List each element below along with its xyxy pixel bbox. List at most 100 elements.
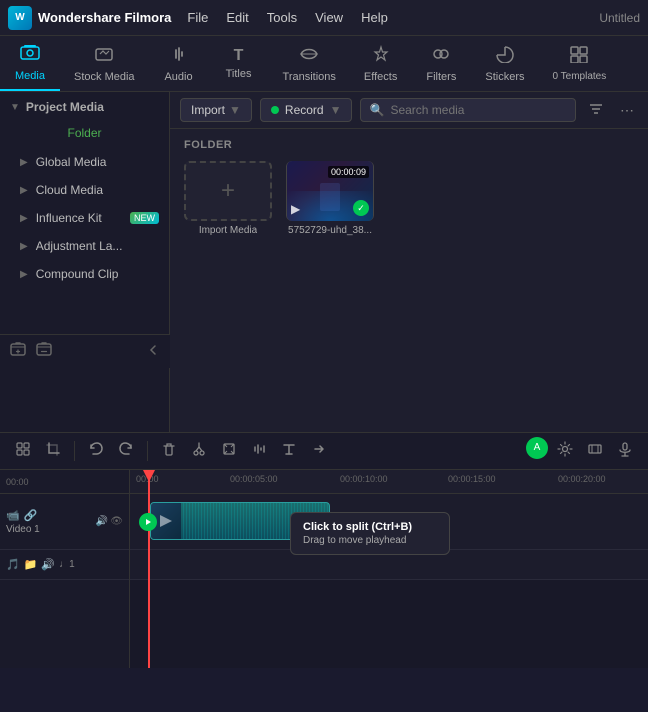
tab-stickers-label: Stickers xyxy=(485,71,524,83)
add-folder-button[interactable] xyxy=(10,341,26,362)
search-icon: 🔍 xyxy=(369,103,384,117)
sidebar-header-chevron: ▼ xyxy=(10,102,20,113)
menu-tools[interactable]: Tools xyxy=(267,10,297,25)
app-logo: W Wondershare Filmora xyxy=(8,6,171,30)
check-badge-icon: ✓ xyxy=(353,200,369,216)
sidebar-item-compound-clip[interactable]: ▶ Compound Clip xyxy=(0,260,169,288)
sidebar-item-influence-kit[interactable]: ▶ Influence Kit NEW xyxy=(0,204,169,232)
toolbar-divider-2 xyxy=(147,441,148,461)
cut-button[interactable] xyxy=(186,437,212,466)
time-mark-0: 00:00 xyxy=(136,474,159,484)
sidebar-item-adjustment[interactable]: ▶ Adjustment La... xyxy=(0,232,169,260)
record-button[interactable]: Record ▼ xyxy=(260,98,353,122)
menu-file[interactable]: File xyxy=(187,10,208,25)
timeline-right-icons: A xyxy=(526,437,638,466)
time-mark-2: 00:00:10:00 xyxy=(340,474,388,484)
redo-button[interactable] xyxy=(113,437,139,466)
video-clip[interactable] xyxy=(150,502,330,540)
add-media-icon: + xyxy=(221,177,235,205)
tab-stock-label: Stock Media xyxy=(74,71,135,83)
tab-audio[interactable]: Audio xyxy=(149,36,209,91)
audio-track-icon: 🎵 xyxy=(6,558,20,571)
filter-icon[interactable] xyxy=(584,99,608,122)
auto-sync-button[interactable]: A xyxy=(526,437,548,459)
menu-bar: W Wondershare Filmora File Edit Tools Vi… xyxy=(0,0,648,36)
toolbar-tabs: Media Stock Media Audio T Titles Transi xyxy=(0,36,648,92)
tab-effects[interactable]: Effects xyxy=(350,36,411,91)
volume-icon[interactable]: 🔊 xyxy=(96,516,108,527)
timeline-settings-button[interactable] xyxy=(552,437,578,466)
timeline-toolbar: A xyxy=(0,432,648,470)
time-mark-3: 00:00:15:00 xyxy=(448,474,496,484)
tab-transitions-label: Transitions xyxy=(283,71,336,83)
media-video-thumb[interactable]: 00:00:09 ▶ ✓ xyxy=(286,161,374,221)
menu-view[interactable]: View xyxy=(315,10,343,25)
transform-button[interactable] xyxy=(216,437,242,466)
tab-templates[interactable]: 0 Templates xyxy=(538,36,620,91)
menu-items: File Edit Tools View Help xyxy=(187,10,387,25)
tab-filters[interactable]: Filters xyxy=(411,36,471,91)
undo-button[interactable] xyxy=(83,437,109,466)
content-toolbar: Import ▼ Record ▼ 🔍 ⋯ xyxy=(170,92,648,129)
delete-button[interactable] xyxy=(156,437,182,466)
collapse-sidebar-button[interactable] xyxy=(146,343,160,360)
video-track-content xyxy=(130,494,648,550)
timeline-content: 00:00 00:00:05:00 00:00:10:00 00:00:15:0… xyxy=(130,470,648,668)
more-tools-button[interactable] xyxy=(306,437,332,466)
main-layout: ▼ Project Media Folder ▶ Global Media ▶ … xyxy=(0,92,648,432)
sidebar-header: ▼ Project Media xyxy=(0,92,169,122)
clip-button[interactable] xyxy=(582,437,608,466)
record-label: Record xyxy=(285,103,324,117)
track-controls-column: 00:00 📹 🔗 Video 1 🔊 👁 🎵 � xyxy=(0,470,130,668)
link-icon[interactable]: 🔗 xyxy=(24,509,38,522)
media-item-name: 5752729-uhd_38... xyxy=(288,225,372,236)
crop-tool-button[interactable] xyxy=(40,437,66,466)
media-item-video[interactable]: 00:00:09 ▶ ✓ 5752729-uhd_38... xyxy=(286,161,374,236)
audio-track-control: 🎵 📁 🔊 ♩1 xyxy=(0,550,129,580)
video-track-control: 📹 🔗 Video 1 🔊 👁 xyxy=(0,494,129,550)
import-button[interactable]: Import ▼ xyxy=(180,98,252,122)
import-media-item[interactable]: + Import Media xyxy=(184,161,272,236)
stickers-icon xyxy=(495,45,515,68)
eye-icon[interactable]: 👁 xyxy=(110,516,123,527)
audio-volume-icon[interactable]: 🔊 xyxy=(41,558,55,571)
import-thumb[interactable]: + xyxy=(184,161,272,221)
select-tool-button[interactable] xyxy=(10,437,36,466)
audio-track-num: ♩1 xyxy=(59,559,75,570)
tab-stickers[interactable]: Stickers xyxy=(471,36,538,91)
tab-media-label: Media xyxy=(15,70,45,82)
search-box[interactable]: 🔍 xyxy=(360,98,576,122)
tab-stock-media[interactable]: Stock Media xyxy=(60,36,149,91)
app-title: Untitled xyxy=(599,11,640,25)
video-track-type-icon: 📹 xyxy=(6,509,20,522)
tab-titles[interactable]: T Titles xyxy=(209,36,269,91)
audio-track-folder-icon[interactable]: 📁 xyxy=(24,558,38,571)
mic-button[interactable] xyxy=(612,437,638,466)
audio-track-content xyxy=(130,550,648,580)
filters-icon xyxy=(431,45,451,68)
sidebar-item-chevron: ▶ xyxy=(20,185,28,196)
menu-edit[interactable]: Edit xyxy=(226,10,248,25)
audio-button[interactable] xyxy=(246,437,272,466)
media-icon xyxy=(20,44,40,67)
remove-folder-button[interactable] xyxy=(36,341,52,362)
sidebar-header-label: Project Media xyxy=(26,100,104,114)
clip-waveform xyxy=(181,503,329,539)
more-options-icon[interactable]: ⋯ xyxy=(616,100,638,121)
sidebar-item-global-media[interactable]: ▶ Global Media xyxy=(0,148,169,176)
sidebar: ▼ Project Media Folder ▶ Global Media ▶ … xyxy=(0,92,170,432)
play-icon: ▶ xyxy=(291,202,300,216)
media-duration: 00:00:09 xyxy=(328,166,369,178)
tab-effects-label: Effects xyxy=(364,71,397,83)
text-button[interactable] xyxy=(276,437,302,466)
tab-transitions[interactable]: Transitions xyxy=(269,36,350,91)
sidebar-item-cloud-media[interactable]: ▶ Cloud Media xyxy=(0,176,169,204)
templates-icon xyxy=(569,45,589,68)
sidebar-folder-label[interactable]: Folder xyxy=(0,122,169,148)
tab-titles-label: Titles xyxy=(226,68,252,80)
effects-icon xyxy=(371,45,391,68)
folder-section: FOLDER + Import Media xyxy=(170,129,648,246)
search-input[interactable] xyxy=(390,103,567,117)
tab-media[interactable]: Media xyxy=(0,36,60,91)
menu-help[interactable]: Help xyxy=(361,10,388,25)
